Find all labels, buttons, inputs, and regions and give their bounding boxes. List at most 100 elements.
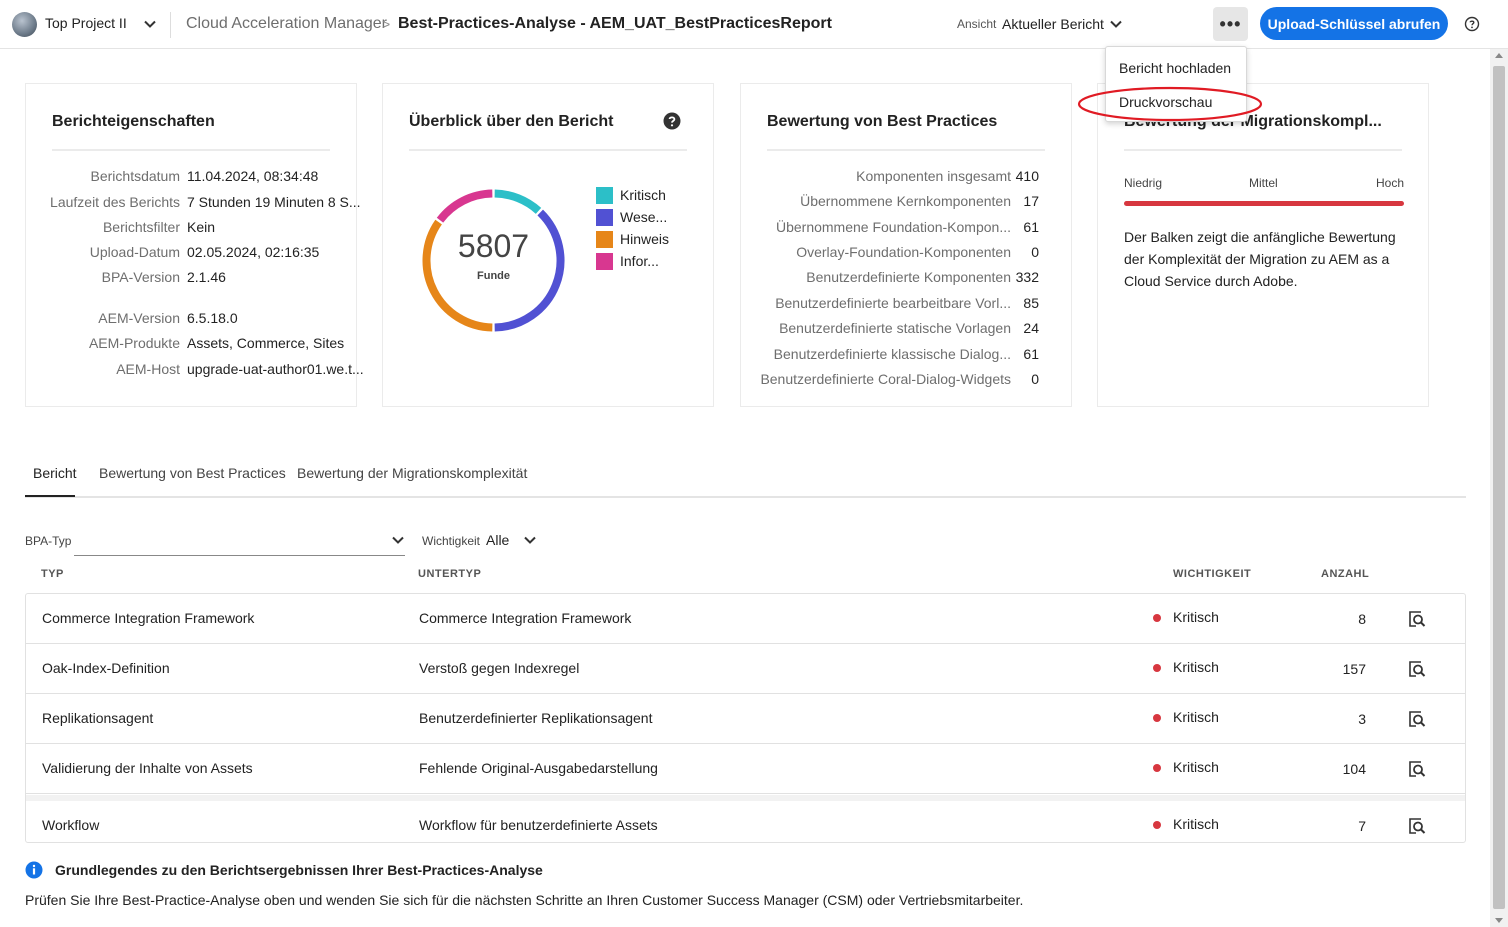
inspect-icon[interactable]: [1408, 610, 1426, 628]
property-label: AEM-Produkte: [88, 335, 180, 351]
metric-label: Benutzerdefinierte statische Vorlagen: [779, 320, 1011, 336]
cell-subtype: Benutzerdefinierter Replikationsagent: [419, 710, 653, 726]
column-header-count[interactable]: ANZAHL: [1321, 568, 1369, 580]
critical-dot-icon: [1153, 714, 1161, 722]
chevron-down-icon[interactable]: [142, 16, 158, 32]
migration-complexity-card: Bewertung der Migrationskompl... Niedrig…: [1097, 83, 1429, 407]
chevron-down-icon[interactable]: [1108, 16, 1124, 32]
metric-row: Benutzerdefinierte bearbeitbare Vorl... 8…: [741, 295, 1073, 315]
column-header-type[interactable]: TYP: [41, 568, 64, 580]
metric-row: Overlay-Foundation-Komponenten 0: [741, 244, 1073, 264]
table-row[interactable]: Commerce Integration Framework Commerce …: [26, 594, 1465, 644]
property-row: Laufzeit des Berichts 7 Stunden 19 Minut…: [26, 194, 361, 214]
legend-label: Wese...: [620, 209, 668, 225]
donut-slice-0[interactable]: [494, 189, 542, 214]
property-row: Upload-Datum 02.05.2024, 02:16:35: [26, 244, 358, 264]
chevron-down-icon[interactable]: [390, 532, 406, 548]
property-row: Berichtsdatum 11.04.2024, 08:34:48: [26, 168, 358, 188]
cell-importance: Kritisch: [1173, 609, 1219, 625]
tab-best-practices[interactable]: Bewertung von Best Practices: [99, 465, 286, 481]
cell-type: Commerce Integration Framework: [42, 610, 255, 626]
metric-value: 61: [1023, 219, 1039, 235]
property-label: Berichtsfilter: [102, 219, 180, 235]
property-row: AEM-Host upgrade-uat-author01.we.t...: [26, 361, 363, 381]
report-overview-card: Überblick über den Bericht 5807 Funde Kr…: [382, 83, 714, 407]
property-value: 6.5.18.0: [187, 310, 238, 326]
property-value: 11.04.2024, 08:34:48: [187, 168, 319, 184]
donut-slice-3[interactable]: [436, 189, 493, 223]
scroll-down-arrow-icon[interactable]: [1495, 918, 1503, 923]
report-properties-card: Berichteigenschaften Berichtsdatum 11.04…: [25, 83, 364, 407]
table-row[interactable]: Replikationsagent Benutzerdefinierter Re…: [26, 694, 1465, 744]
tab-migration-complexity[interactable]: Bewertung der Migrationskomplexität: [297, 465, 527, 481]
page-title: Best-Practices-Analyse - AEM_UAT_BestPra…: [398, 15, 832, 32]
card-title: Berichteigenschaften: [52, 113, 215, 130]
legend-label: Infor...: [620, 253, 659, 269]
legend-swatch: [596, 187, 613, 204]
property-value: 02.05.2024, 02:16:35: [187, 244, 320, 260]
metric-row: Benutzerdefinierte Komponenten 332: [741, 269, 1073, 289]
property-row: BPA-Version 2.1.46: [26, 269, 358, 289]
bpa-type-label: BPA-Typ: [25, 534, 72, 548]
cell-count: 7: [1358, 818, 1366, 834]
metric-label: Benutzerdefinierte klassische Dialog...: [773, 346, 1011, 362]
column-header-importance[interactable]: WICHTIGKEIT: [1173, 568, 1251, 580]
property-row: Berichtsfilter Kein: [26, 219, 358, 239]
legend-swatch: [596, 253, 613, 270]
metric-row: Benutzerdefinierte Coral-Dialog-Widgets 0: [741, 371, 1073, 391]
property-value: 7 Stunden 19 Minuten 8 S...: [187, 194, 361, 210]
metric-row: Komponenten insgesamt 410: [741, 168, 1073, 188]
metric-value: 0: [1031, 244, 1039, 260]
metric-value: 61: [1023, 346, 1039, 362]
property-label: BPA-Version: [101, 269, 180, 285]
active-tab-indicator: [25, 495, 75, 497]
bpa-type-select[interactable]: [74, 555, 405, 556]
chevron-down-icon[interactable]: [522, 532, 538, 548]
view-selector[interactable]: Aktueller Bericht: [1002, 16, 1104, 32]
property-value: Assets, Commerce, Sites: [187, 335, 345, 351]
menu-item-upload-report[interactable]: Bericht hochladen: [1119, 60, 1231, 76]
help-icon[interactable]: [1464, 16, 1480, 32]
inspect-icon[interactable]: [1408, 817, 1426, 835]
cell-subtype: Fehlende Original-Ausgabedarstellung: [419, 760, 658, 776]
scale-high-label: Hoch: [1375, 176, 1404, 190]
breadcrumb-app[interactable]: Cloud Acceleration Manager: [186, 15, 387, 33]
inspect-icon[interactable]: [1408, 710, 1426, 728]
cell-type: Workflow: [42, 817, 100, 833]
table-row[interactable]: Oak-Index-Definition Verstoß gegen Index…: [26, 644, 1465, 694]
project-selector[interactable]: Top Project II: [45, 15, 127, 31]
property-label: AEM-Version: [98, 310, 180, 326]
tab-report[interactable]: Bericht: [33, 465, 77, 481]
cell-count: 8: [1358, 611, 1366, 627]
table-row[interactable]: Validierung der Inhalte von Assets Fehle…: [26, 744, 1465, 794]
metric-label: Übernommene Foundation-Kompon...: [775, 219, 1011, 235]
metric-row: Benutzerdefinierte statische Vorlagen 24: [741, 320, 1073, 340]
property-row: AEM-Produkte Assets, Commerce, Sites: [26, 335, 358, 355]
best-practices-card: Bewertung von Best Practices Komponenten…: [740, 83, 1072, 407]
view-label: Ansicht: [957, 17, 997, 31]
tabs-divider: [25, 496, 1466, 498]
property-value: Kein: [187, 219, 216, 235]
question-icon[interactable]: [663, 112, 681, 130]
more-actions-button[interactable]: •••: [1213, 7, 1248, 41]
inspect-icon[interactable]: [1408, 660, 1426, 678]
vertical-scrollbar[interactable]: [1490, 49, 1508, 927]
metric-value: 24: [1023, 320, 1039, 336]
donut-total: 5807: [458, 228, 529, 264]
scrollbar-thumb[interactable]: [1493, 66, 1505, 909]
inspect-icon[interactable]: [1408, 760, 1426, 778]
scroll-up-arrow-icon[interactable]: [1495, 53, 1503, 58]
complexity-bar: [1124, 201, 1404, 206]
importance-select[interactable]: Alle: [486, 532, 509, 548]
column-header-subtype[interactable]: UNTERTYP: [418, 568, 481, 580]
cell-count: 104: [1342, 761, 1366, 777]
upload-key-button[interactable]: Upload-Schlüssel abrufen: [1260, 7, 1448, 40]
project-avatar[interactable]: [12, 12, 37, 37]
metric-value: 17: [1023, 193, 1039, 209]
metric-row: Übernommene Foundation-Kompon... 61: [741, 219, 1073, 239]
importance-label: Wichtigkeit: [422, 534, 481, 548]
cell-type: Validierung der Inhalte von Assets: [42, 760, 253, 776]
table-row[interactable]: Workflow Workflow für benutzerdefinierte…: [26, 795, 1465, 842]
card-divider: [1124, 149, 1402, 151]
card-divider: [52, 149, 330, 151]
